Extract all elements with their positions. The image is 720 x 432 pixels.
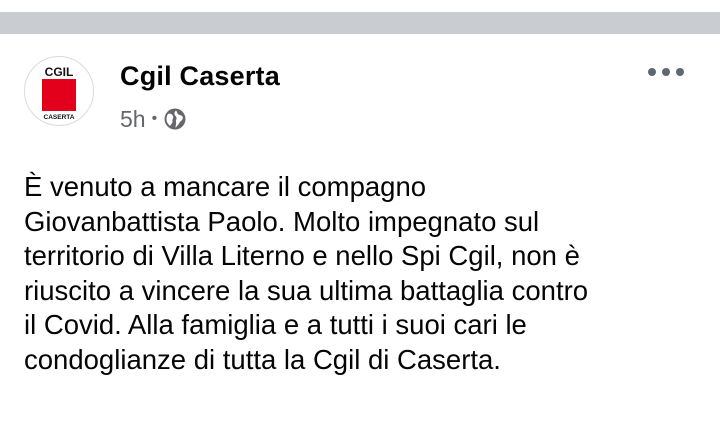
separator-bar — [0, 12, 720, 34]
post-body-text: È venuto a mancare il compagno Giovanbat… — [24, 170, 704, 377]
post-text-line: È venuto a mancare il compagno — [24, 171, 427, 202]
globe-icon[interactable] — [163, 107, 187, 131]
page-avatar[interactable]: CGIL CASERTA — [24, 56, 94, 126]
page-name-link[interactable]: Cgil Caserta — [120, 61, 280, 92]
more-options-button[interactable] — [648, 64, 684, 80]
post-card: CGIL CASERTA Cgil Caserta 5h • È venuto … — [0, 34, 720, 432]
more-dot — [662, 68, 670, 76]
svg-text:CGIL: CGIL — [45, 65, 74, 79]
meta-separator-dot: • — [151, 110, 158, 127]
post-timestamp[interactable]: 5h — [120, 106, 146, 133]
more-dot — [676, 68, 684, 76]
feed-separator — [0, 0, 720, 34]
more-dot — [648, 68, 656, 76]
cgil-logo-icon: CGIL CASERTA — [42, 65, 76, 121]
post-text-line: condoglianze di tutta la Cgil di Caserta… — [24, 343, 501, 375]
post-text-line: territorio di Villa Literno e nello Spi … — [24, 240, 580, 271]
post-text-line: il Covid. Alla famiglia e a tutti i suoi… — [24, 309, 527, 340]
svg-text:CASERTA: CASERTA — [44, 114, 75, 121]
post-meta: 5h • — [120, 104, 187, 134]
post-text-line: riuscito a vincere la sua ultima battagl… — [24, 274, 589, 306]
post-text-line: Giovanbattista Paolo. Molto impegnato su… — [24, 205, 540, 237]
